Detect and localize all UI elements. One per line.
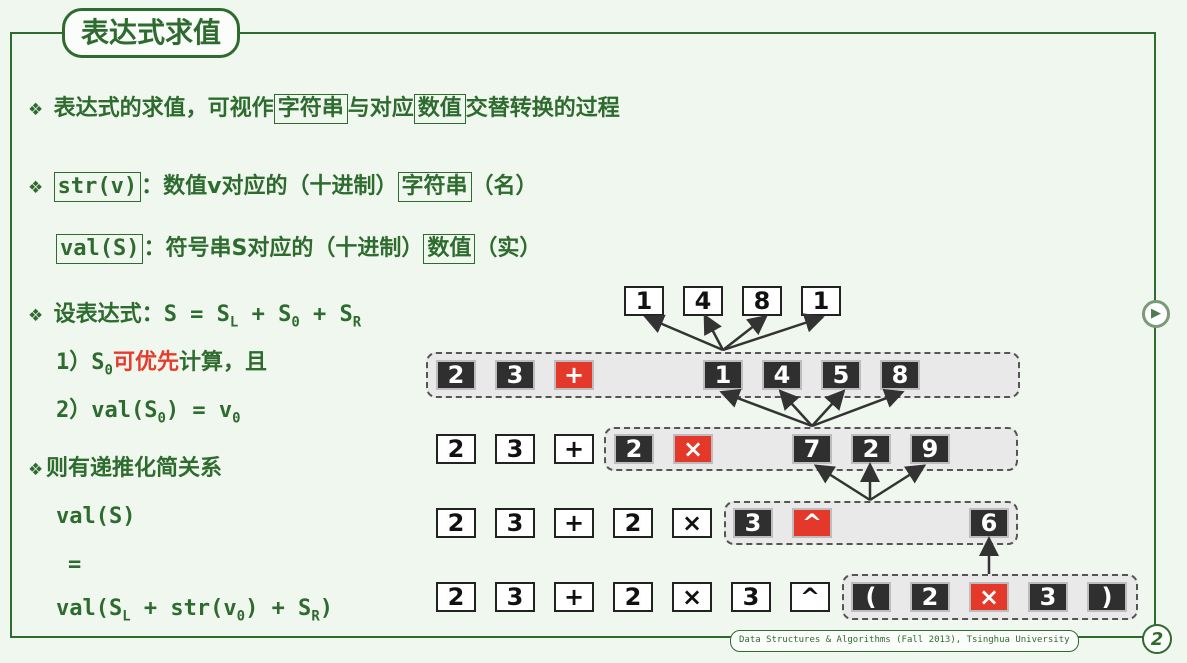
token: 2 xyxy=(436,360,476,390)
bullet-line-7: ❖ 则有递推化简关系 xyxy=(28,454,222,485)
token: 6 xyxy=(969,508,1009,538)
line-9: = xyxy=(68,552,82,577)
token: 2 xyxy=(614,434,654,464)
token: 2 xyxy=(613,582,653,612)
token: + xyxy=(554,582,594,612)
token: 2 xyxy=(436,582,476,612)
token: ^ xyxy=(790,582,830,612)
bullet-line-1: ❖ 表达式的求值，可视作 字符串 与对应 数值 交替转换的过程 xyxy=(28,94,620,125)
highlight-text: 可优先 xyxy=(112,350,179,375)
token: 3 xyxy=(495,508,535,538)
text: 与对应 xyxy=(347,96,414,121)
bullet-line-2: ❖ str(v) ：数值v对应的（十进制） 字符串 （名） xyxy=(28,172,538,203)
boxed-term: 字符串 xyxy=(273,94,348,124)
func-val: val(S) xyxy=(56,234,144,264)
text: ：符号串S对应的（十进制） xyxy=(143,236,424,261)
text: 交替转换的过程 xyxy=(465,96,620,121)
token: 2 xyxy=(436,508,476,538)
text: （名） xyxy=(471,174,538,199)
next-slide-icon[interactable]: ▶ xyxy=(1142,300,1170,328)
token: × xyxy=(672,582,712,612)
bullet-line-4: ❖ 设表达式：S = SL + S0 + SR xyxy=(28,300,361,337)
token-operator: × xyxy=(969,582,1009,612)
token: 2 xyxy=(436,434,476,464)
token: 9 xyxy=(910,434,950,464)
token: 5 xyxy=(821,360,861,390)
text: 表达式的求值，可视作 xyxy=(53,96,274,121)
line-10: val(SL + str(v0) + SR) xyxy=(56,596,333,625)
diamond-bullet-icon: ❖ xyxy=(28,306,44,326)
token-top: 1 xyxy=(624,286,664,316)
text: （实） xyxy=(475,236,542,261)
token-top: 8 xyxy=(742,286,782,316)
token: + xyxy=(554,434,594,464)
token: 3 xyxy=(731,582,771,612)
token: 3 xyxy=(733,508,773,538)
token: 8 xyxy=(880,360,920,390)
line-3: val(S) ：符号串S对应的（十进制） 数值 （实） xyxy=(56,234,541,264)
token-operator: × xyxy=(673,434,713,464)
token: + xyxy=(554,508,594,538)
token-top: 1 xyxy=(801,286,841,316)
diamond-bullet-icon: ❖ xyxy=(28,460,44,480)
token: 3 xyxy=(495,582,535,612)
boxed-term: 数值 xyxy=(413,94,466,124)
token: 1 xyxy=(703,360,743,390)
text: ：数值v对应的（十进制） xyxy=(141,174,398,199)
expr: S = SL + S0 + SR xyxy=(163,302,362,331)
diamond-bullet-icon: ❖ xyxy=(28,100,44,120)
slide-title: 表达式求值 xyxy=(62,8,241,58)
text: 设表达式： xyxy=(53,302,164,327)
token: 3 xyxy=(495,434,535,464)
token: 3 xyxy=(1028,582,1068,612)
token: ) xyxy=(1087,582,1127,612)
page-number: 2 xyxy=(1142,624,1172,654)
token: 2 xyxy=(613,508,653,538)
token: 3 xyxy=(495,360,535,390)
token-operator: ^ xyxy=(792,508,832,538)
line-6: 2）val(S0) = v0 xyxy=(56,398,241,427)
footer-course-label: Data Structures & Algorithms (Fall 2013)… xyxy=(730,630,1079,652)
token-operator: + xyxy=(554,360,594,390)
diamond-bullet-icon: ❖ xyxy=(28,178,44,198)
token: × xyxy=(672,508,712,538)
token: 2 xyxy=(851,434,891,464)
token-top: 4 xyxy=(683,286,723,316)
token: ( xyxy=(851,582,891,612)
line-8: val(S) xyxy=(56,504,136,529)
token: 4 xyxy=(762,360,802,390)
token: 2 xyxy=(910,582,950,612)
boxed-term: 数值 xyxy=(423,234,476,264)
boxed-term: 字符串 xyxy=(397,172,472,202)
func-str: str(v) xyxy=(53,172,142,202)
line-5: 1）S0可优先计算，且 xyxy=(56,350,267,379)
token: 7 xyxy=(792,434,832,464)
